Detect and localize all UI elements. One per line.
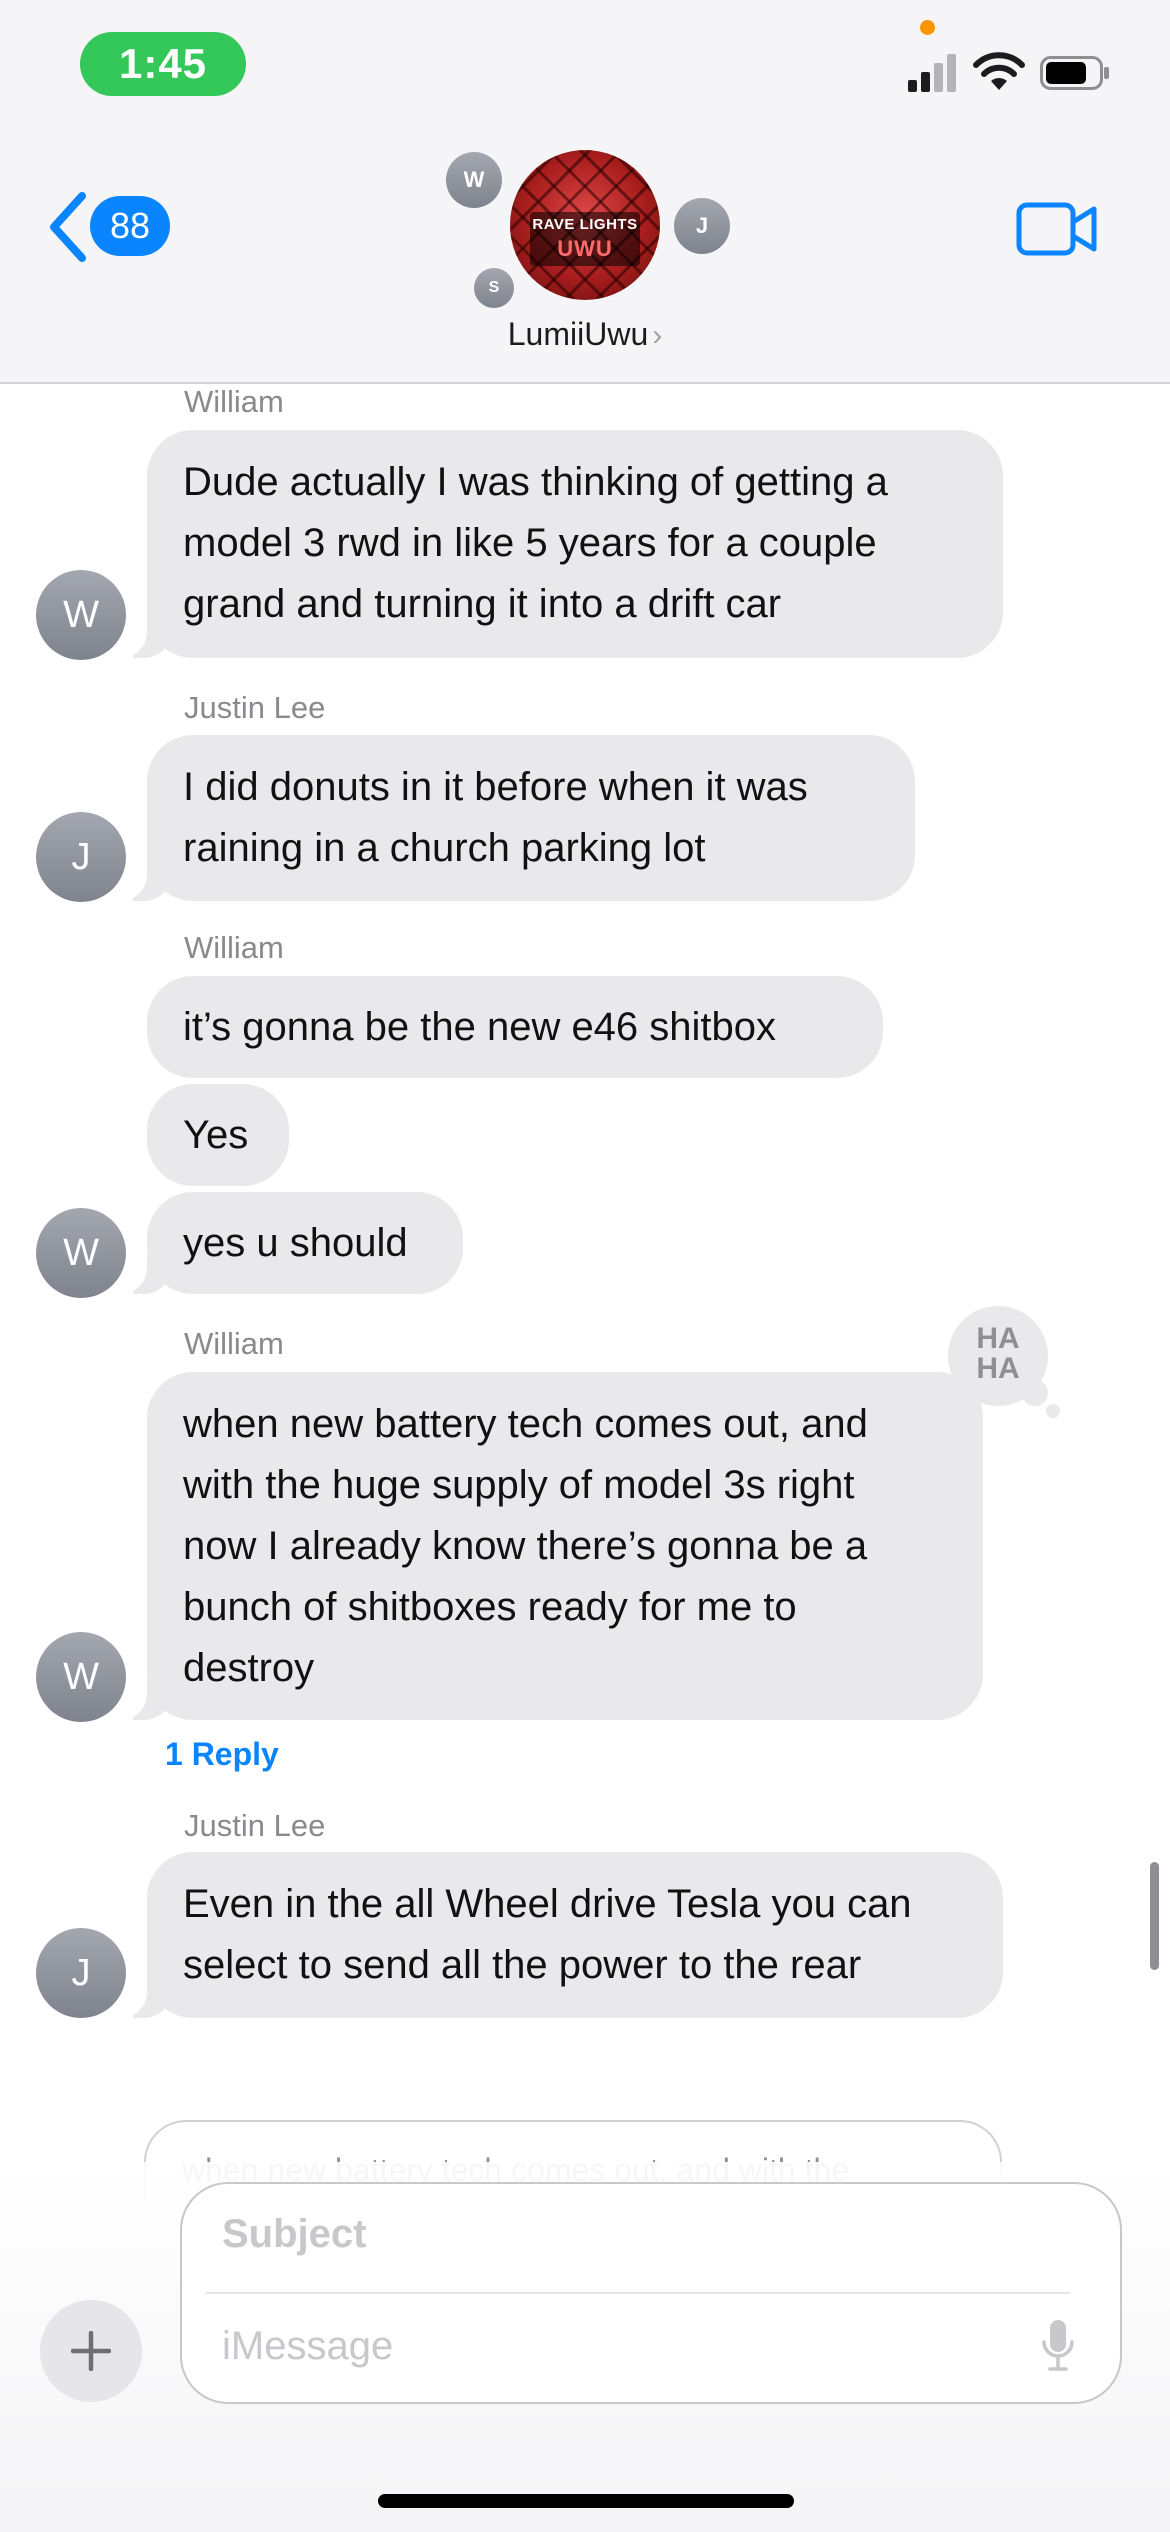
sender-avatar[interactable]: J	[36, 1928, 126, 2018]
compose-divider	[206, 2292, 1070, 2294]
message-line: yes u should	[183, 1221, 408, 1265]
cellular-signal-icon	[908, 52, 958, 92]
sender-name: William	[184, 1326, 284, 1361]
group-name-label: LumiiUwu	[507, 316, 649, 352]
message-line: select to send all the power to the rear	[183, 1943, 862, 1987]
message-line: bunch of shitboxes ready for me to	[183, 1585, 797, 1629]
group-name[interactable]: LumiiUwu ›	[0, 316, 1170, 353]
message-line: grand and turning it into a drift car	[183, 582, 782, 626]
status-time: 1:45	[80, 32, 246, 96]
sender-name: Justin Lee	[184, 1808, 326, 1843]
message-bubble[interactable]: I did donuts in it before when it was ra…	[107, 735, 915, 901]
message-line: Even in the all Wheel drive Tesla you ca…	[183, 1882, 912, 1926]
add-attachment-button[interactable]	[40, 2300, 142, 2402]
message-line: Dude actually I was thinking of getting …	[183, 460, 888, 504]
thread-reply-link[interactable]: 1 Reply	[165, 1736, 279, 1773]
message-bubble[interactable]: when new battery tech comes out, and wit…	[107, 1372, 983, 1720]
sender-avatar[interactable]: W	[36, 570, 126, 660]
tapback-tail-dot	[1046, 1404, 1060, 1418]
message-bubble[interactable]: it’s gonna be the new e46 shitbox	[147, 976, 883, 1078]
wifi-icon	[973, 52, 1025, 90]
message-line: model 3 rwd in like 5 years for a couple	[183, 521, 877, 565]
message-line: now I already know there’s gonna be a	[183, 1524, 868, 1568]
subject-field[interactable]: Subject	[222, 2212, 366, 2257]
microphone-icon[interactable]	[1040, 2318, 1076, 2374]
message-line: with the huge supply of model 3s right	[183, 1463, 855, 1507]
group-photo[interactable]: RAVE LIGHTS UWU	[510, 150, 660, 300]
conversation-header: 88 W J S RAVE LIGHTS UWU LumiiUwu ›	[0, 130, 1170, 384]
message-line: destroy	[183, 1646, 315, 1690]
sender-avatar[interactable]: W	[36, 1632, 126, 1722]
message-bubble[interactable]: Dude actually I was thinking of getting …	[107, 430, 1003, 658]
member-avatar: S	[474, 268, 514, 308]
message-bubble[interactable]: Even in the all Wheel drive Tesla you ca…	[107, 1852, 1003, 2018]
message-field[interactable]: iMessage	[222, 2324, 393, 2369]
battery-icon	[1040, 56, 1109, 90]
message-line: I did donuts in it before when it was	[183, 765, 808, 809]
message-line: raining in a church parking lot	[183, 826, 706, 870]
video-call-icon[interactable]	[1016, 200, 1098, 258]
message-line: when new battery tech comes out, and	[183, 1402, 868, 1446]
scroll-indicator[interactable]	[1150, 1862, 1159, 1970]
compose-box[interactable]: Subject iMessage	[180, 2182, 1122, 2404]
sender-name: William	[184, 930, 284, 965]
message-line: Yes	[183, 1113, 249, 1157]
back-chevron-icon[interactable]	[48, 192, 88, 262]
message-bubble[interactable]: Yes	[147, 1084, 289, 1186]
message-bubble[interactable]: yes u should	[107, 1192, 463, 1294]
chevron-right-icon: ›	[652, 319, 663, 352]
sender-name: Justin Lee	[184, 690, 326, 725]
haha-reaction-icon: HA HA	[976, 1322, 1020, 1385]
member-avatar: W	[446, 152, 502, 208]
sender-name: William	[184, 384, 284, 419]
sender-avatar[interactable]: W	[36, 1208, 126, 1298]
back-button-unread-count[interactable]: 88	[90, 196, 170, 256]
privacy-indicator-dot	[920, 20, 935, 35]
sender-avatar[interactable]: J	[36, 812, 126, 902]
status-bar: 1:45	[0, 0, 1170, 130]
home-indicator[interactable]	[378, 2494, 794, 2508]
member-avatar: J	[674, 198, 730, 254]
message-line: it’s gonna be the new e46 shitbox	[183, 1005, 777, 1049]
tapback-tail-dot	[1022, 1380, 1048, 1406]
plus-icon	[71, 2331, 111, 2371]
